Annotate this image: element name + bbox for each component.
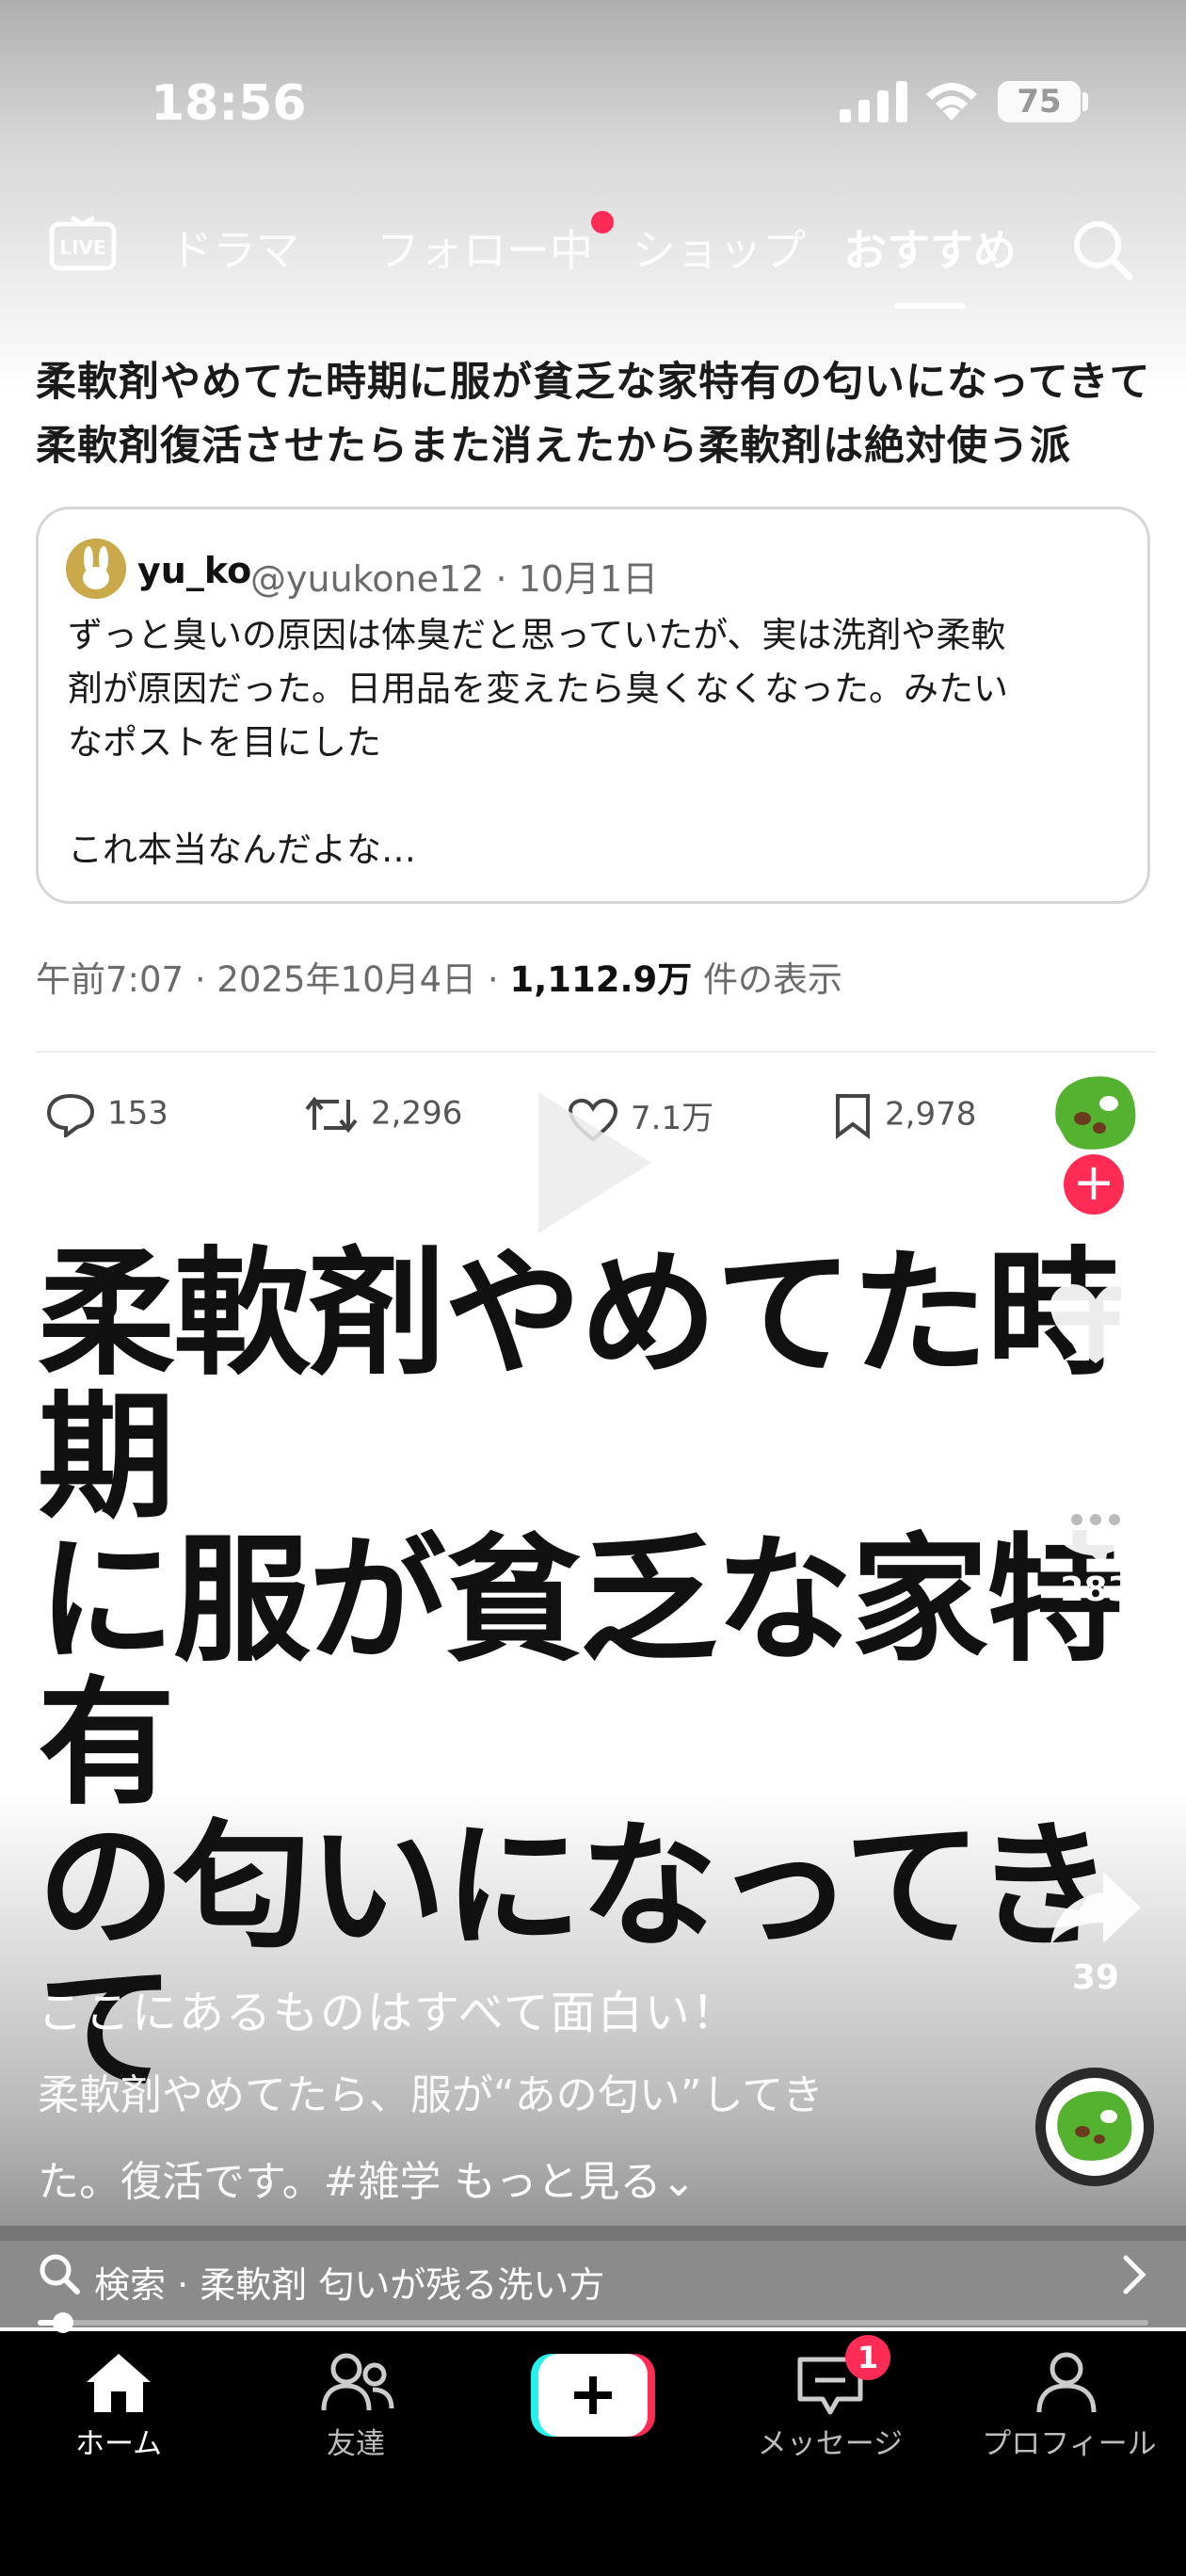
video-progress-track[interactable] [38, 2320, 1148, 2326]
search-query: 柔軟剤 匂いが残る洗い方 [200, 2264, 605, 2306]
status-time: 18:56 [151, 75, 307, 132]
tab-messages[interactable]: メッセージ [745, 2420, 915, 2462]
quoted-handle-date: @yuukone12 · 10月1日 [250, 558, 659, 600]
video-overlay-text: 柔軟剤やめてた時期 に服が貧乏な家特有 の匂いになってきて [38, 1243, 1167, 2101]
divider [36, 1051, 1156, 1053]
chevron-right-icon [1123, 2255, 1146, 2294]
quoted-username: yu_ko [137, 550, 252, 591]
search-icon[interactable] [1069, 217, 1135, 282]
live-label: LIVE [59, 236, 105, 259]
message-badge: 1 [845, 2335, 890, 2380]
heart-icon[interactable] [1047, 1280, 1145, 1367]
live-tv-icon[interactable]: LIVE [49, 215, 117, 271]
reply-action: 153 [45, 1092, 168, 1139]
tab-shop[interactable]: ショップ [633, 217, 806, 279]
bookmark-outline-icon [836, 1094, 870, 1139]
tab-drama[interactable]: ドラマ [169, 217, 299, 279]
repost-count: 2,296 [371, 1094, 463, 1133]
search-suggestion-text: 検索 · 柔軟剤 匂いが残る洗い方 [94, 2256, 604, 2308]
search-suggestion-icon [40, 2254, 80, 2294]
view-count: 1,112.9万 [509, 959, 693, 1000]
battery-level: 75 [998, 81, 1081, 122]
active-tab-indicator [894, 303, 966, 309]
create-post-button[interactable] [531, 2354, 655, 2437]
tab-for-you[interactable]: おすすめ [843, 217, 1017, 279]
cellular-signal-icon [840, 81, 907, 122]
bookmark-icon[interactable] [1056, 1678, 1135, 1761]
wifi-icon [926, 83, 977, 121]
home-icon[interactable] [83, 2350, 154, 2414]
bookmark-action: 2,978 [832, 1092, 976, 1139]
search-prefix: 検索 · [94, 2264, 200, 2306]
repost-action: 2,296 [303, 1092, 462, 1137]
caption-line-2: た。復活です。#雑学 もっと見る⌄ [38, 2139, 904, 2226]
overlay-line: に服が貧乏な家特有 [38, 1521, 1124, 1824]
caption-text: た。復活です。#雑学 [38, 2158, 455, 2206]
comment-count-rail: 283 [1060, 1570, 1131, 1609]
tab-profile[interactable]: プロフィール [975, 2420, 1163, 2462]
following-notification-dot [591, 211, 614, 233]
quoted-line: ずっと臭いの原因は体臭だと思っていたが、実は洗剤や柔軟 [68, 615, 1006, 655]
post-meta: 午前7:07 · 2025年10月4日 · 1,112.9万 件の表示 [36, 951, 842, 1002]
reply-count: 153 [107, 1094, 168, 1133]
bookmark-count: 2,978 [885, 1095, 977, 1134]
overlay-line: 柔軟剤やめてた時期 [38, 1234, 1124, 1538]
quoted-line: これ本当なんだよな… [68, 829, 416, 870]
video-progress-handle[interactable] [52, 2312, 73, 2333]
reply-icon [46, 1093, 95, 1139]
quoted-post-body: ずっと臭いの原因は体臭だと思っていたが、実は洗剤や柔軟 剤が原因だった。日用品を… [68, 608, 1113, 877]
play-icon[interactable] [529, 1083, 661, 1243]
quoted-line: 剤が原因だった。日用品を変えたら臭くなくなった。みたい [68, 668, 1008, 709]
caption-body[interactable]: 柔軟剤やめてたら、服が“あの匂い”してき た。復活です。#雑学 もっと見る⌄ [38, 2053, 904, 2226]
share-count-rail: 39 [1071, 1958, 1120, 1997]
post-timestamp: 午前7:07 · 2025年10月4日 · [36, 959, 510, 1000]
quoted-line: なポストを目にした [68, 722, 381, 763]
post-text: 柔軟剤やめてた時期に服が貧乏な家特有の匂いになってきて柔軟剤復活させたらまた消え… [36, 359, 1151, 470]
views-label: 件の表示 [692, 959, 843, 1000]
friends-icon[interactable] [320, 2352, 395, 2414]
music-disc-avatar[interactable] [1035, 2068, 1154, 2186]
top-gradient [0, 0, 1186, 395]
tab-home[interactable]: ホーム [70, 2420, 168, 2462]
battery-tip [1082, 92, 1088, 111]
share-icon[interactable] [1047, 1866, 1145, 1949]
follow-plus-button[interactable]: + [1064, 1154, 1124, 1215]
comment-icon[interactable] [1047, 1478, 1145, 1569]
caption-title[interactable]: ここにあるものはすべて面白い！ [38, 1975, 739, 2041]
repost-icon [305, 1096, 358, 1134]
quoted-line [68, 769, 1113, 823]
tab-friends[interactable]: 友達 [307, 2420, 405, 2462]
tab-following[interactable]: フォロー中 [377, 217, 593, 279]
save-count-rail: 289 [1060, 1764, 1131, 1803]
like-count-rail: 2,932 [1042, 1373, 1149, 1411]
profile-icon[interactable] [1034, 2350, 1099, 2416]
see-more-link[interactable]: もっと見る⌄ [454, 2158, 696, 2206]
quoted-user-avatar [66, 539, 126, 599]
caption-line: 柔軟剤やめてたら、服が“あの匂い”してき [38, 2071, 824, 2119]
